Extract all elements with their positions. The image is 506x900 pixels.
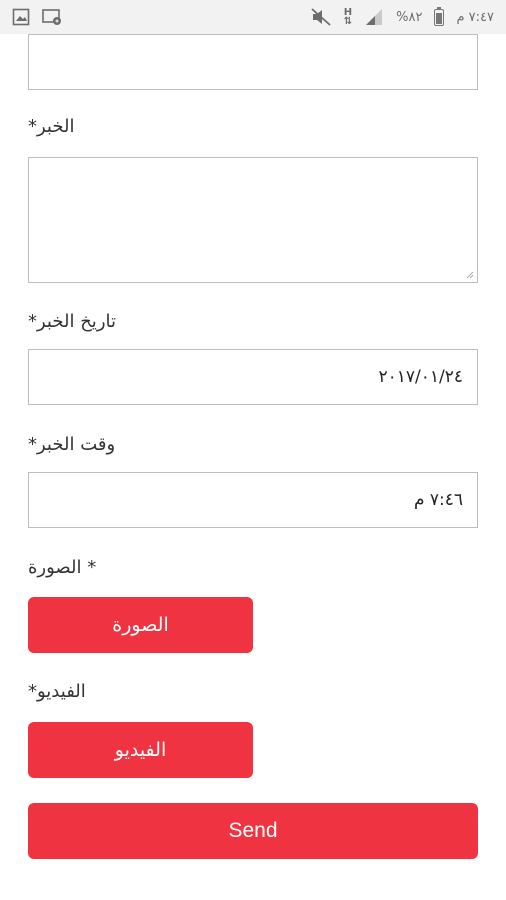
status-bar-right: H ⇅ %٨٢ ٧:٤٧ م — [310, 6, 494, 27]
gallery-icon — [12, 8, 30, 26]
battery-icon — [434, 6, 445, 26]
screen-cast-icon — [42, 8, 62, 26]
news-time-input[interactable]: ٧:٤٦ م — [28, 472, 478, 528]
video-label: الفيديو* — [28, 681, 86, 702]
image-button[interactable]: الصورة — [28, 597, 253, 653]
news-date-label: تاريخ الخبر* — [28, 311, 117, 332]
status-bar: H ⇅ %٨٢ ٧:٤٧ م — [0, 0, 506, 34]
news-time-label: وقت الخبر* — [28, 434, 116, 455]
clock: ٧:٤٧ م — [456, 9, 494, 25]
title-input[interactable] — [28, 34, 478, 90]
news-label: الخبر* — [28, 116, 75, 137]
news-textarea[interactable] — [28, 157, 478, 283]
image-label: * الصورة — [28, 557, 97, 578]
news-date-input[interactable]: ٢٠١٧/٠١/٢٤ — [28, 349, 478, 405]
form-content: الخبر* تاريخ الخبر* ٢٠١٧/٠١/٢٤ وقت الخبر… — [0, 34, 506, 900]
data-arrows-icon: H ⇅ — [343, 8, 353, 27]
signal-icon — [364, 8, 384, 26]
battery-percent: %٨٢ — [396, 9, 423, 25]
arrows-glyph: ⇅ — [343, 16, 353, 27]
send-button[interactable]: Send — [28, 803, 478, 859]
video-button[interactable]: الفيديو — [28, 722, 253, 778]
status-bar-left — [12, 8, 62, 26]
mute-icon — [310, 7, 332, 27]
resize-handle-icon[interactable] — [466, 271, 474, 279]
